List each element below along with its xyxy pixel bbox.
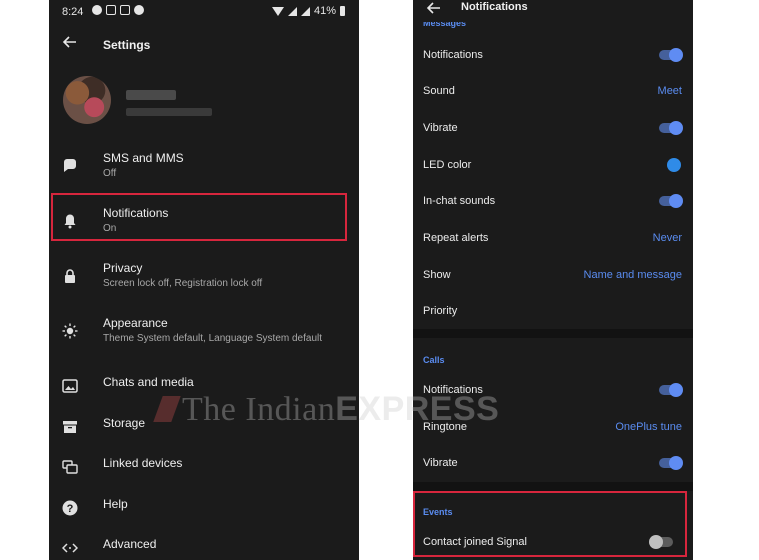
status-bar: 8:24 41% — [49, 0, 359, 26]
row-in-chat-sounds[interactable]: In-chat sounds — [413, 183, 693, 219]
image-icon — [62, 379, 78, 393]
battery-percent: 41% — [313, 5, 336, 17]
app-bar: Settings — [49, 30, 359, 60]
item-subtitle: Off — [103, 168, 117, 179]
settings-item-privacy[interactable]: Privacy Screen lock off, Registration lo… — [49, 254, 359, 306]
battery-icon — [340, 6, 345, 16]
row-value: OnePlus tune — [615, 421, 682, 433]
row-label: LED color — [423, 159, 472, 171]
item-title: Appearance — [103, 316, 168, 330]
settings-screen: 8:24 41% Settings SMS and MMS Off Notifi… — [49, 0, 359, 560]
status-right: 41% — [271, 5, 345, 17]
row-label: Vibrate — [423, 457, 458, 469]
item-title: SMS and MMS — [103, 151, 184, 165]
notification-dot-icon — [92, 5, 102, 15]
toggle-switch[interactable] — [659, 48, 683, 62]
item-title: Help — [103, 497, 128, 511]
phone-notification-icon — [134, 5, 144, 15]
brightness-icon — [62, 323, 78, 339]
row-message-notifications[interactable]: Notifications — [413, 37, 693, 73]
row-label: Notifications — [423, 49, 483, 61]
back-arrow-icon[interactable] — [425, 0, 443, 17]
toggle-switch[interactable] — [659, 194, 683, 208]
row-sound[interactable]: Sound Meet — [413, 73, 693, 109]
settings-item-sms-mms[interactable]: SMS and MMS Off — [49, 144, 359, 196]
settings-item-appearance[interactable]: Appearance Theme System default, Languag… — [49, 309, 359, 361]
toggle-switch[interactable] — [659, 456, 683, 470]
row-label: Sound — [423, 85, 455, 97]
row-label: Show — [423, 269, 451, 281]
row-label: In-chat sounds — [423, 195, 496, 207]
row-label: Priority — [423, 305, 458, 317]
row-label: Repeat alerts — [423, 232, 489, 244]
item-title: Chats and media — [103, 375, 194, 389]
watermark-text: The Indian — [182, 391, 336, 428]
notification-icons — [92, 5, 144, 15]
section-divider — [413, 482, 693, 491]
row-call-vibrate[interactable]: Vibrate — [413, 445, 693, 481]
page-title: Notifications — [461, 1, 528, 13]
row-value: Meet — [657, 85, 682, 97]
page-title: Settings — [103, 38, 151, 52]
linked-devices-icon — [62, 460, 78, 474]
signal-icon — [300, 6, 310, 16]
row-priority[interactable]: Priority — [413, 293, 693, 329]
highlight-box — [51, 193, 347, 241]
toggle-switch[interactable] — [659, 383, 683, 397]
item-title: Storage — [103, 416, 146, 430]
row-label: Vibrate — [423, 122, 458, 134]
highlight-box — [413, 491, 687, 557]
notification-box-icon — [120, 5, 130, 15]
code-icon — [62, 543, 78, 553]
status-time: 8:24 — [62, 6, 84, 18]
signal-icon — [287, 6, 297, 16]
item-subtitle: Screen lock off, Registration lock off — [103, 278, 263, 289]
settings-item-advanced[interactable]: Advanced — [49, 526, 359, 560]
watermark-text-bold: EXPRESS — [335, 390, 500, 428]
wifi-icon — [271, 6, 284, 16]
watermark: The IndianEXPRESS — [153, 390, 500, 429]
row-value: Never — [652, 232, 682, 244]
notification-box-icon — [106, 5, 116, 15]
led-color-swatch[interactable] — [667, 158, 681, 172]
profile-number-blurred — [126, 108, 212, 116]
logo-flame-icon — [153, 396, 181, 422]
toggle-switch[interactable] — [659, 121, 683, 135]
row-value: Name and message — [583, 269, 682, 281]
row-vibrate[interactable]: Vibrate — [413, 110, 693, 146]
item-title: Privacy — [103, 261, 143, 275]
row-led-color[interactable]: LED color — [413, 147, 693, 183]
lock-icon — [65, 269, 75, 283]
back-arrow-icon[interactable] — [61, 33, 79, 51]
row-show[interactable]: Show Name and message — [413, 257, 693, 293]
profile-name-blurred — [126, 90, 176, 100]
storage-box-icon — [63, 421, 77, 433]
section-calls-label: Calls — [423, 355, 445, 365]
avatar[interactable] — [63, 76, 111, 124]
help-icon: ? — [62, 500, 78, 516]
svg-text:?: ? — [67, 503, 74, 515]
row-repeat-alerts[interactable]: Repeat alerts Never — [413, 220, 693, 256]
section-divider — [413, 329, 693, 338]
chat-bubble-icon — [64, 159, 76, 172]
item-subtitle: Theme System default, Language System de… — [103, 333, 323, 344]
item-title: Linked devices — [103, 456, 183, 470]
notifications-screen: Notifications Messages Notifications Sou… — [413, 0, 693, 560]
item-title: Advanced — [103, 537, 157, 551]
